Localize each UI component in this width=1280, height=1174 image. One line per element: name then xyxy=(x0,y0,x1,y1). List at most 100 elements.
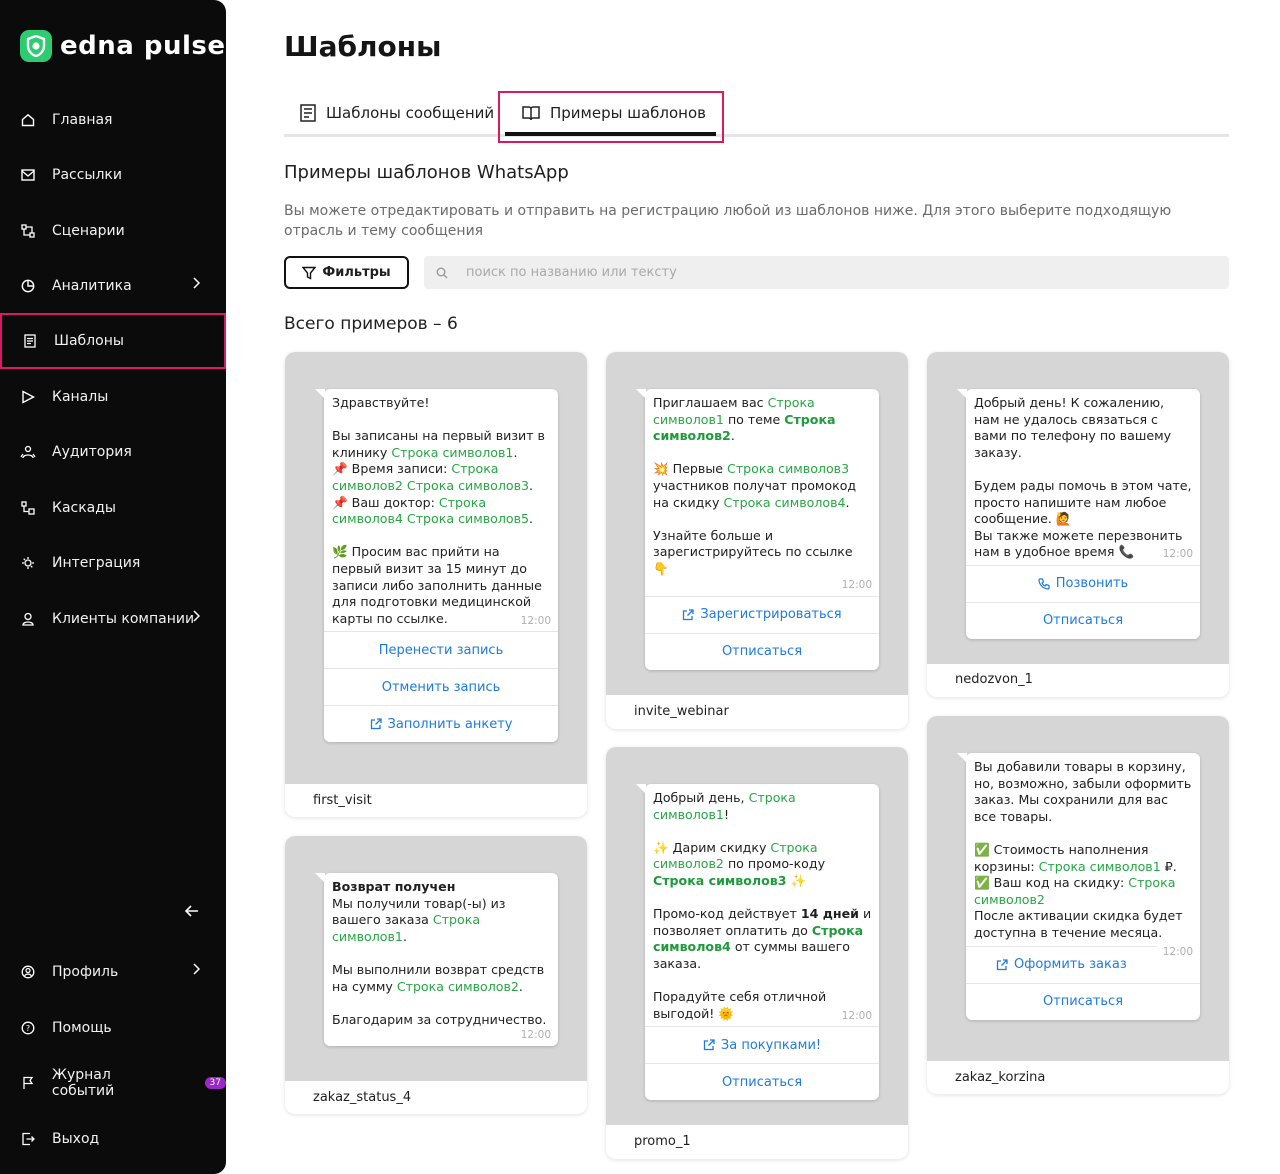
sidebar-item-logout[interactable]: Выход xyxy=(0,1111,226,1167)
call-button[interactable]: Позвонить xyxy=(966,564,1200,602)
logo[interactable]: edna pulse xyxy=(20,30,226,62)
sidebar-item-integration[interactable]: Интеграция xyxy=(0,535,226,591)
search-input[interactable] xyxy=(466,265,1206,280)
sidebar-item-help[interactable]: ? Помощь xyxy=(0,1000,226,1056)
register-button[interactable]: Зарегистрироваться xyxy=(645,595,879,633)
sidebar-item-label: Каскады xyxy=(52,500,116,516)
template-card-nedozvon[interactable]: Добрый день! К сожалению, нам не удалось… xyxy=(927,352,1229,697)
active-tab-underline xyxy=(505,132,716,136)
message-time: 12:00 xyxy=(1162,548,1193,561)
checkout-button[interactable]: Оформить заказ xyxy=(966,945,1157,983)
template-card-zakaz-status[interactable]: Возврат получен Мы получили товар(-ы) из… xyxy=(285,836,587,1114)
tab-bar: Шаблоны сообщений Примеры шаблонов xyxy=(284,91,1229,143)
template-name: zakaz_status_4 xyxy=(313,1090,412,1105)
variable-placeholder: Строка символов4 xyxy=(723,494,846,510)
message-line: Приглашаем вас xyxy=(653,395,764,410)
mail-icon xyxy=(20,167,36,183)
sidebar-item-label: Помощь xyxy=(52,1020,112,1036)
unsubscribe-button[interactable]: Отписаться xyxy=(966,982,1200,1020)
button-label: Перенести запись xyxy=(378,642,504,658)
page-title: Шаблоны xyxy=(284,30,442,63)
unsubscribe-button[interactable]: Отписаться xyxy=(645,1063,879,1100)
button-label: Отписаться xyxy=(1042,613,1124,629)
chevron-right-icon xyxy=(192,277,201,293)
sidebar-item-label: Каналы xyxy=(52,389,109,405)
sidebar-item-clients[interactable]: Клиенты компании xyxy=(0,591,226,647)
unsubscribe-button[interactable]: Отписаться xyxy=(966,601,1200,639)
sidebar-item-label: Главная xyxy=(52,112,113,128)
sidebar-item-cascades[interactable]: Каскады xyxy=(0,480,226,536)
cascades-icon xyxy=(20,500,36,516)
tab-message-templates[interactable]: Шаблоны сообщений xyxy=(300,92,494,134)
message-header: Возврат получен xyxy=(332,879,456,894)
message-line: Промо-код действует xyxy=(653,906,797,922)
variable-placeholder: Строка символов2 xyxy=(396,978,519,994)
collapse-sidebar-arrow-icon[interactable] xyxy=(184,903,204,923)
shop-button[interactable]: За покупками! xyxy=(645,1026,879,1063)
notification-badge: 37 xyxy=(204,1077,226,1089)
home-icon xyxy=(20,112,36,128)
sidebar-item-home[interactable]: Главная xyxy=(0,92,226,148)
button-label: Оформить заказ xyxy=(1013,957,1127,973)
message-bubble: Добрый день, Строка символов1! ✨ Дарим с… xyxy=(636,784,879,1101)
edna-logo-icon xyxy=(20,30,52,62)
audience-icon xyxy=(20,444,36,460)
filters-button[interactable]: Фильтры xyxy=(284,256,409,289)
tab-template-examples[interactable]: Примеры шаблонов xyxy=(522,92,706,134)
template-name: promo_1 xyxy=(634,1134,691,1149)
message-line: Будем рады помочь в этом чате, просто на… xyxy=(974,477,1192,527)
sidebar: edna pulse Главная Рассылки Сценарии Ана… xyxy=(0,0,226,1174)
sidebar-item-audience[interactable]: Аудитория xyxy=(0,424,226,480)
sidebar-item-label: Профиль xyxy=(52,964,119,980)
cancel-appointment-button[interactable]: Отменить запись xyxy=(324,668,558,705)
channels-icon xyxy=(20,389,36,405)
button-label: Отписаться xyxy=(721,644,803,660)
sidebar-item-event-log[interactable]: Журнал событий 37 xyxy=(0,1055,226,1111)
button-label: Отменить запись xyxy=(381,679,501,695)
template-card-promo[interactable]: Добрый день, Строка символов1! ✨ Дарим с… xyxy=(606,747,908,1159)
external-link-icon xyxy=(703,1039,715,1051)
message-time: 12:00 xyxy=(1162,945,1193,958)
section-description: Вы можете отредактировать и отправить на… xyxy=(284,203,1172,239)
search-icon xyxy=(436,267,448,278)
logout-icon xyxy=(20,1131,36,1147)
book-icon xyxy=(522,106,540,121)
templates-icon xyxy=(22,333,38,349)
clients-icon xyxy=(20,611,36,627)
message-line: 🌿 Просим вас прийти на первый визит за 1… xyxy=(332,544,542,626)
template-card-zakaz-korzina[interactable]: Вы добавили товары в корзину, но, возмож… xyxy=(927,716,1229,1094)
flag-icon xyxy=(20,1075,36,1091)
sidebar-item-label: Интеграция xyxy=(52,555,141,571)
filters-label: Фильтры xyxy=(322,265,391,280)
message-line: 📌 Время записи: xyxy=(332,461,448,477)
sidebar-item-profile[interactable]: Профиль xyxy=(0,944,226,1000)
external-link-icon xyxy=(370,718,382,730)
variable-placeholder: Строка символов3 xyxy=(653,872,787,888)
sidebar-item-scenarios[interactable]: Сценарии xyxy=(0,203,226,259)
template-card-first-visit[interactable]: Здравствуйте! Вы записаны на первый визи… xyxy=(285,352,587,817)
message-bubble: Добрый день! К сожалению, нам не удалось… xyxy=(957,389,1200,639)
filter-icon xyxy=(302,266,317,280)
sidebar-item-label: Аудитория xyxy=(52,444,132,460)
analytics-icon xyxy=(20,278,36,294)
brand-name: edna pulse xyxy=(60,31,226,61)
sidebar-item-analytics[interactable]: Аналитика xyxy=(0,258,226,314)
sidebar-item-templates[interactable]: Шаблоны xyxy=(0,313,226,369)
message-line: 💥 Первые xyxy=(653,461,724,477)
unsubscribe-button[interactable]: Отписаться xyxy=(645,632,879,670)
message-text: Возврат получен Мы получили товар(-ы) из… xyxy=(332,879,551,1042)
message-line: Добрый день, xyxy=(653,790,745,805)
template-card-invite-webinar[interactable]: Приглашаем вас Строка символов1 по теме … xyxy=(606,352,908,729)
reschedule-button[interactable]: Перенести запись xyxy=(324,631,558,668)
message-line: 📌 Ваш доктор: xyxy=(332,494,435,510)
chevron-right-icon xyxy=(192,963,201,979)
tab-label: Шаблоны сообщений xyxy=(326,104,495,122)
sidebar-item-mailings[interactable]: Рассылки xyxy=(0,147,226,203)
help-icon: ? xyxy=(20,1020,36,1036)
sidebar-item-label: Журнал событий xyxy=(51,1067,115,1099)
fill-form-button[interactable]: Заполнить анкету xyxy=(324,705,558,742)
template-name: first_visit xyxy=(313,793,372,808)
profile-icon xyxy=(20,964,36,980)
sidebar-item-channels[interactable]: Каналы xyxy=(0,369,226,425)
message-line: по промо-коду xyxy=(727,856,826,872)
